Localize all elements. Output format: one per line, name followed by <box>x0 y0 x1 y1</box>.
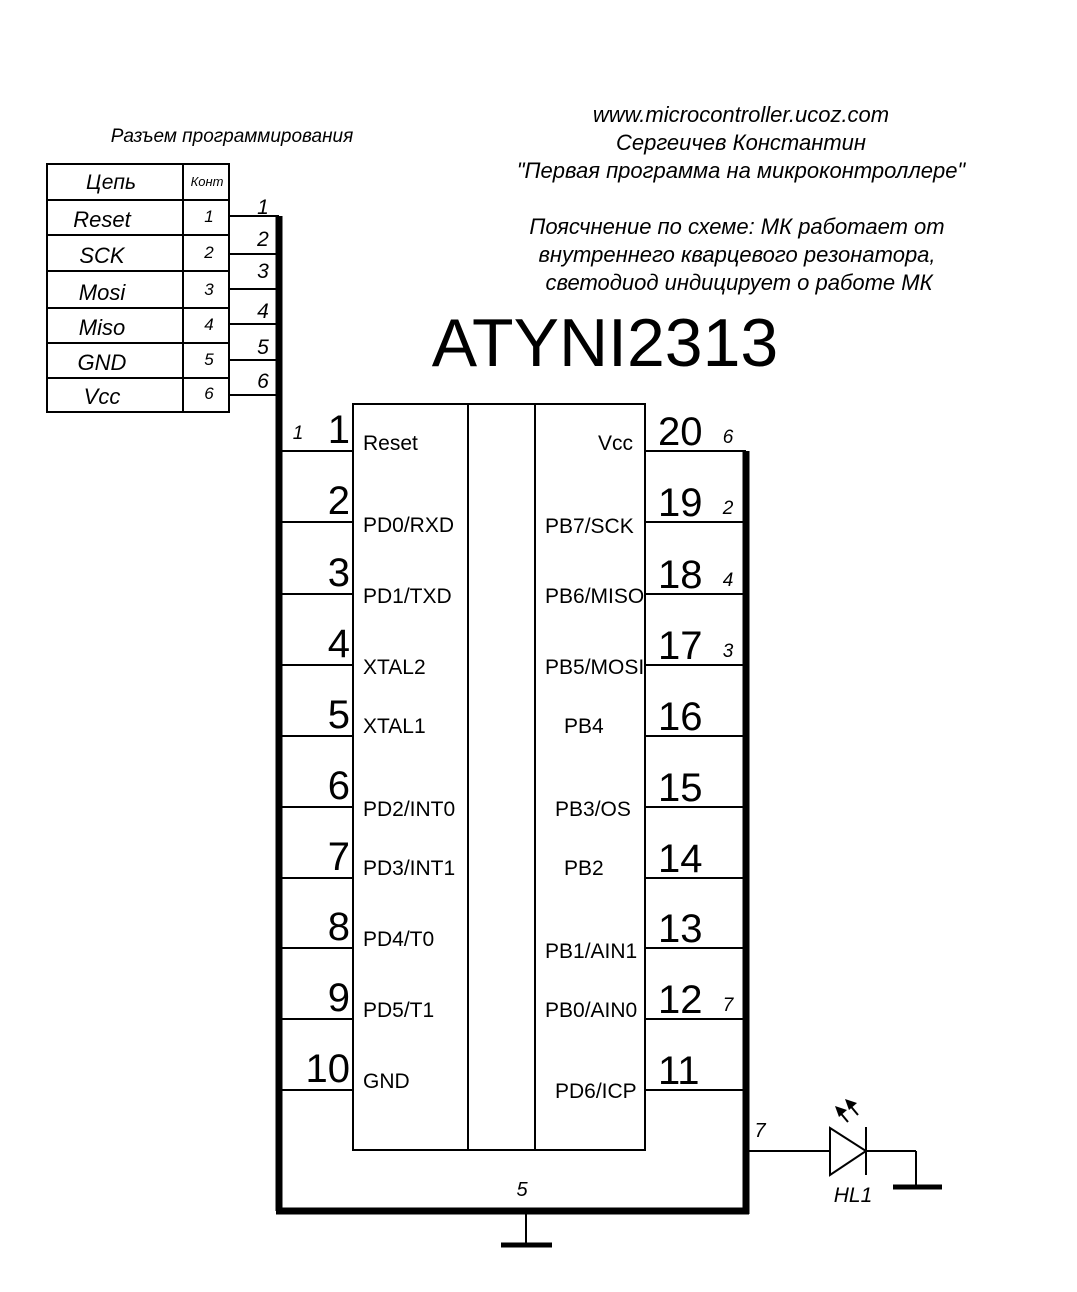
note-line-3: светодиод индицирует о работе МК <box>545 270 933 295</box>
pin-number: 3 <box>328 551 350 595</box>
connector-net-name: Reset <box>73 207 131 232</box>
pin-label: PD0/RXD <box>363 514 454 537</box>
pin-label: PB6/MISO <box>545 585 644 608</box>
author-text: Сергеичев Константин <box>616 130 866 155</box>
pin-net-label: 1 <box>293 423 304 444</box>
connector-wire-label: 5 <box>257 336 269 359</box>
pin-label: PB4 <box>564 715 604 738</box>
pin-number: 18 <box>658 553 703 597</box>
pin-label: PD1/TXD <box>363 585 452 608</box>
pin-label: PB0/AIN0 <box>545 999 637 1022</box>
programming-connector: Разъем программирования Цепь Конт Reset 1… <box>46 126 354 413</box>
connector-net-name: Mosi <box>79 280 127 305</box>
led-diode-icon <box>829 1126 868 1177</box>
connector-pin-number: 1 <box>204 207 213 226</box>
pin-label: XTAL2 <box>363 656 426 679</box>
pin-number: 16 <box>658 695 703 739</box>
pin-net-label: 4 <box>723 570 734 591</box>
pin-number: 13 <box>658 907 703 951</box>
connector-pin-number: 6 <box>204 384 214 403</box>
led-ref-label: HL1 <box>834 1184 873 1207</box>
pin-label: PD4/T0 <box>363 928 434 951</box>
connector-pin-number: 5 <box>204 350 214 369</box>
pin-number: 2 <box>328 479 350 523</box>
pin-net-label: 6 <box>723 427 734 448</box>
pin-net-label: 2 <box>722 498 734 519</box>
note-line-1: Поясчнение по схеме: МК работает от <box>529 214 944 239</box>
led-net-label: 7 <box>754 1120 766 1142</box>
connector-wire-label: 3 <box>257 260 269 283</box>
light-emission-icon <box>835 1099 859 1123</box>
pin-label: PB2 <box>564 857 604 880</box>
pin-label: GND <box>363 1070 410 1093</box>
connector-net-name: GND <box>78 350 127 375</box>
connector-wire-label: 6 <box>257 370 269 393</box>
website-text: www.microcontroller.ucoz.com <box>593 102 889 127</box>
pin-label: PB1/AIN1 <box>545 940 637 963</box>
pin-label: PD6/ICP <box>555 1080 637 1103</box>
connector-net-name: Miso <box>79 315 125 340</box>
project-title-text: "Первая программа на микроконтроллере" <box>517 158 967 183</box>
pin-label: PD2/INT0 <box>363 798 455 821</box>
pin-number: 19 <box>658 481 703 525</box>
pin-number: 1 <box>328 408 350 452</box>
connector-pin-number: 3 <box>204 280 214 299</box>
pin-net-label: 3 <box>723 641 734 662</box>
pin-label: Reset <box>363 432 418 455</box>
pin-number: 8 <box>328 905 350 949</box>
pin-number: 20 <box>658 410 703 454</box>
header: www.microcontroller.ucoz.com Сергеичев К… <box>517 102 967 295</box>
connector-pin-number: 2 <box>203 243 214 262</box>
pin-label: Vcc <box>598 432 633 455</box>
connector-header-net: Цепь <box>86 171 136 194</box>
connector-wire-label: 2 <box>256 228 269 251</box>
pin-label: PD5/T1 <box>363 999 434 1022</box>
pin-label: PB5/MOSI <box>545 656 644 679</box>
note-line-2: внутреннего кварцевого резонатора, <box>538 242 935 267</box>
connector-net-name: SCK <box>79 243 126 268</box>
pin-number: 5 <box>328 693 350 737</box>
pin-number: 7 <box>328 835 350 879</box>
schematic: www.microcontroller.ucoz.com Сергеичев К… <box>46 102 967 1248</box>
pin-label: XTAL1 <box>363 715 426 738</box>
gnd-net-label: 5 <box>516 1179 528 1201</box>
connector-header-pin: Конт <box>191 174 224 189</box>
connector-net-name: Vcc <box>84 384 121 409</box>
led-circuit: 7 HL1 <box>749 1099 942 1207</box>
connector-title: Разъем программирования <box>111 126 354 147</box>
pin-number: 11 <box>658 1049 700 1093</box>
pin-number: 10 <box>306 1047 351 1091</box>
pin-number: 4 <box>328 622 350 666</box>
connector-wire-label: 1 <box>257 196 269 219</box>
pin-number: 15 <box>658 766 703 810</box>
pin-label: PB7/SCK <box>545 515 634 538</box>
pin-net-label: 7 <box>723 995 735 1016</box>
connector-pin-number: 4 <box>204 315 213 334</box>
pin-number: 6 <box>328 764 350 808</box>
connector-table-border <box>46 163 230 413</box>
pin-number: 14 <box>658 837 703 881</box>
pin-number: 17 <box>658 624 703 668</box>
pin-label: PB3/OS <box>555 798 631 821</box>
chip-name: ATYNI2313 <box>432 305 778 381</box>
pin-label: PD3/INT1 <box>363 857 455 880</box>
connector-wire-label: 4 <box>257 300 269 323</box>
pin-number: 12 <box>658 978 703 1022</box>
pin-number: 9 <box>328 976 350 1020</box>
